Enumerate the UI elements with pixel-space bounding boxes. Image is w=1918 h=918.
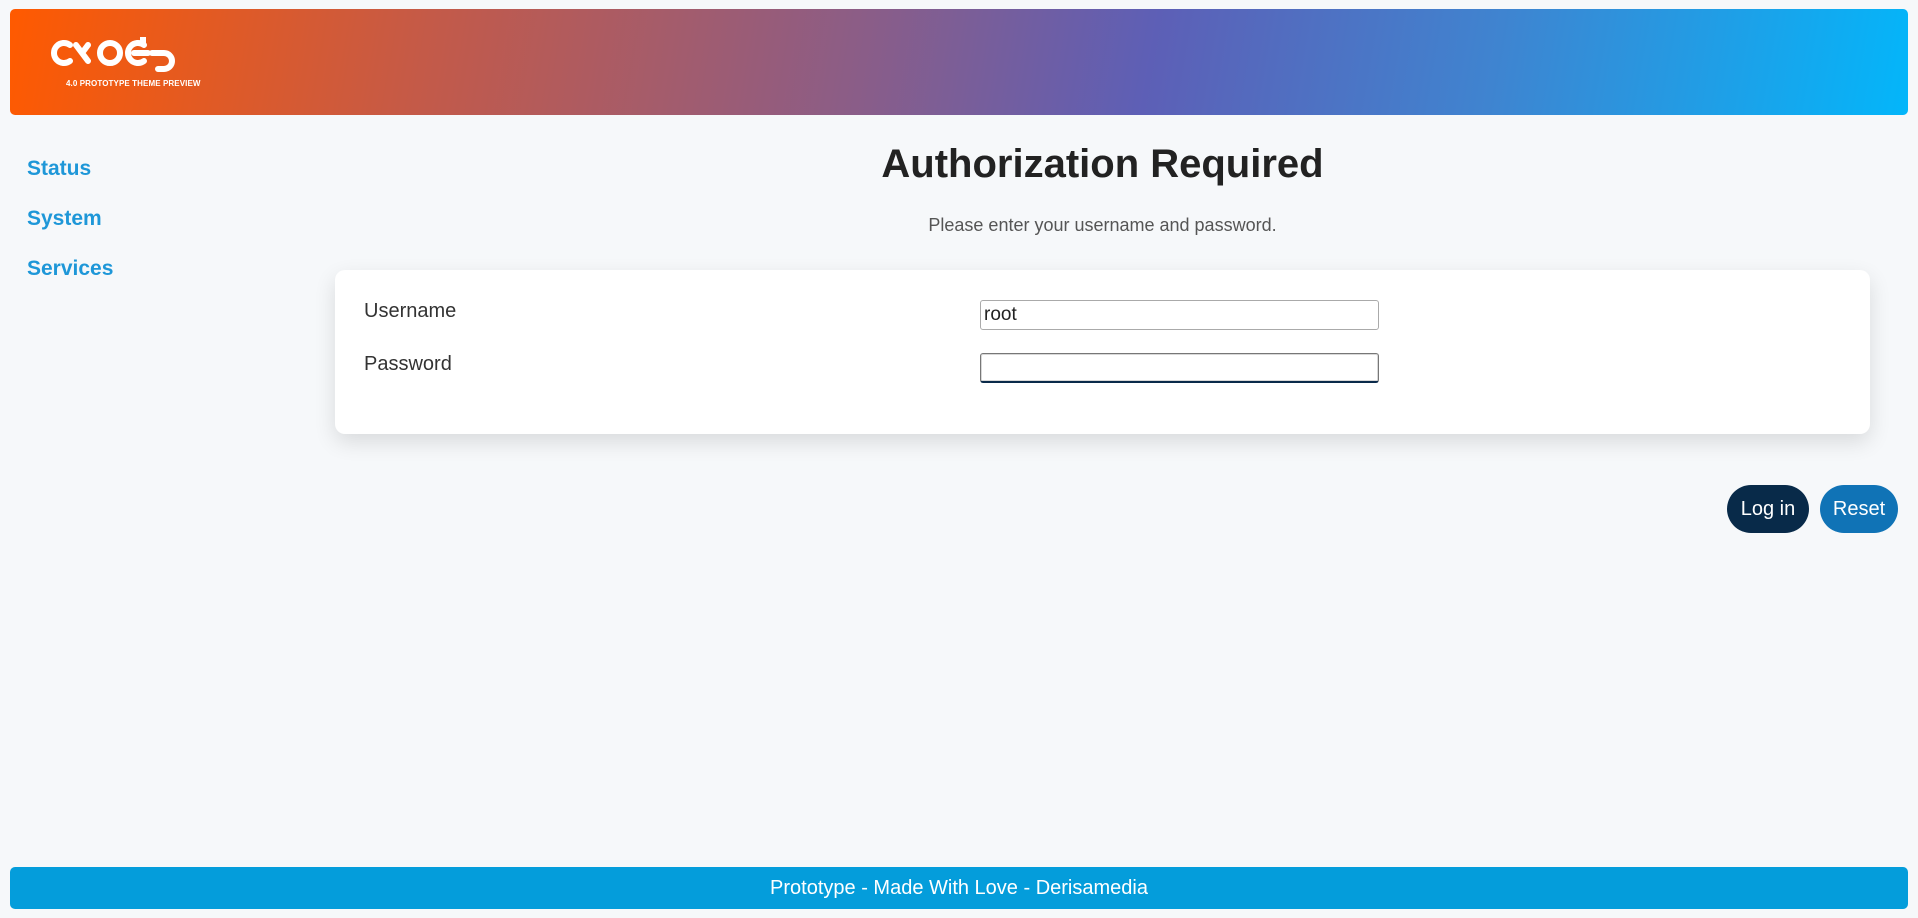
logo-subtitle: 4.0 PROTOTYPE THEME PREVIEW bbox=[66, 79, 201, 88]
header-banner: 4.0 PROTOTYPE THEME PREVIEW bbox=[10, 9, 1908, 115]
footer: Prototype - Made With Love - Derisamedia bbox=[10, 867, 1908, 909]
login-form-card: Username Password bbox=[335, 270, 1870, 434]
sidebar-item-status[interactable]: Status bbox=[27, 154, 113, 204]
reset-button[interactable]: Reset bbox=[1820, 485, 1898, 533]
login-button[interactable]: Log in bbox=[1727, 485, 1809, 533]
logo[interactable]: 4.0 PROTOTYPE THEME PREVIEW bbox=[48, 35, 208, 95]
sidebar: Status System Services bbox=[27, 154, 113, 304]
sidebar-item-services[interactable]: Services bbox=[27, 254, 113, 304]
password-input[interactable] bbox=[980, 353, 1379, 383]
page-subtitle: Please enter your username and password. bbox=[928, 215, 1277, 235]
username-input[interactable] bbox=[980, 300, 1379, 330]
openwrt-logo-icon bbox=[51, 37, 175, 72]
password-label: Password bbox=[364, 353, 452, 375]
sidebar-item-system[interactable]: System bbox=[27, 204, 113, 254]
username-label: Username bbox=[364, 300, 457, 322]
page-title: Authorization Required bbox=[881, 142, 1324, 186]
